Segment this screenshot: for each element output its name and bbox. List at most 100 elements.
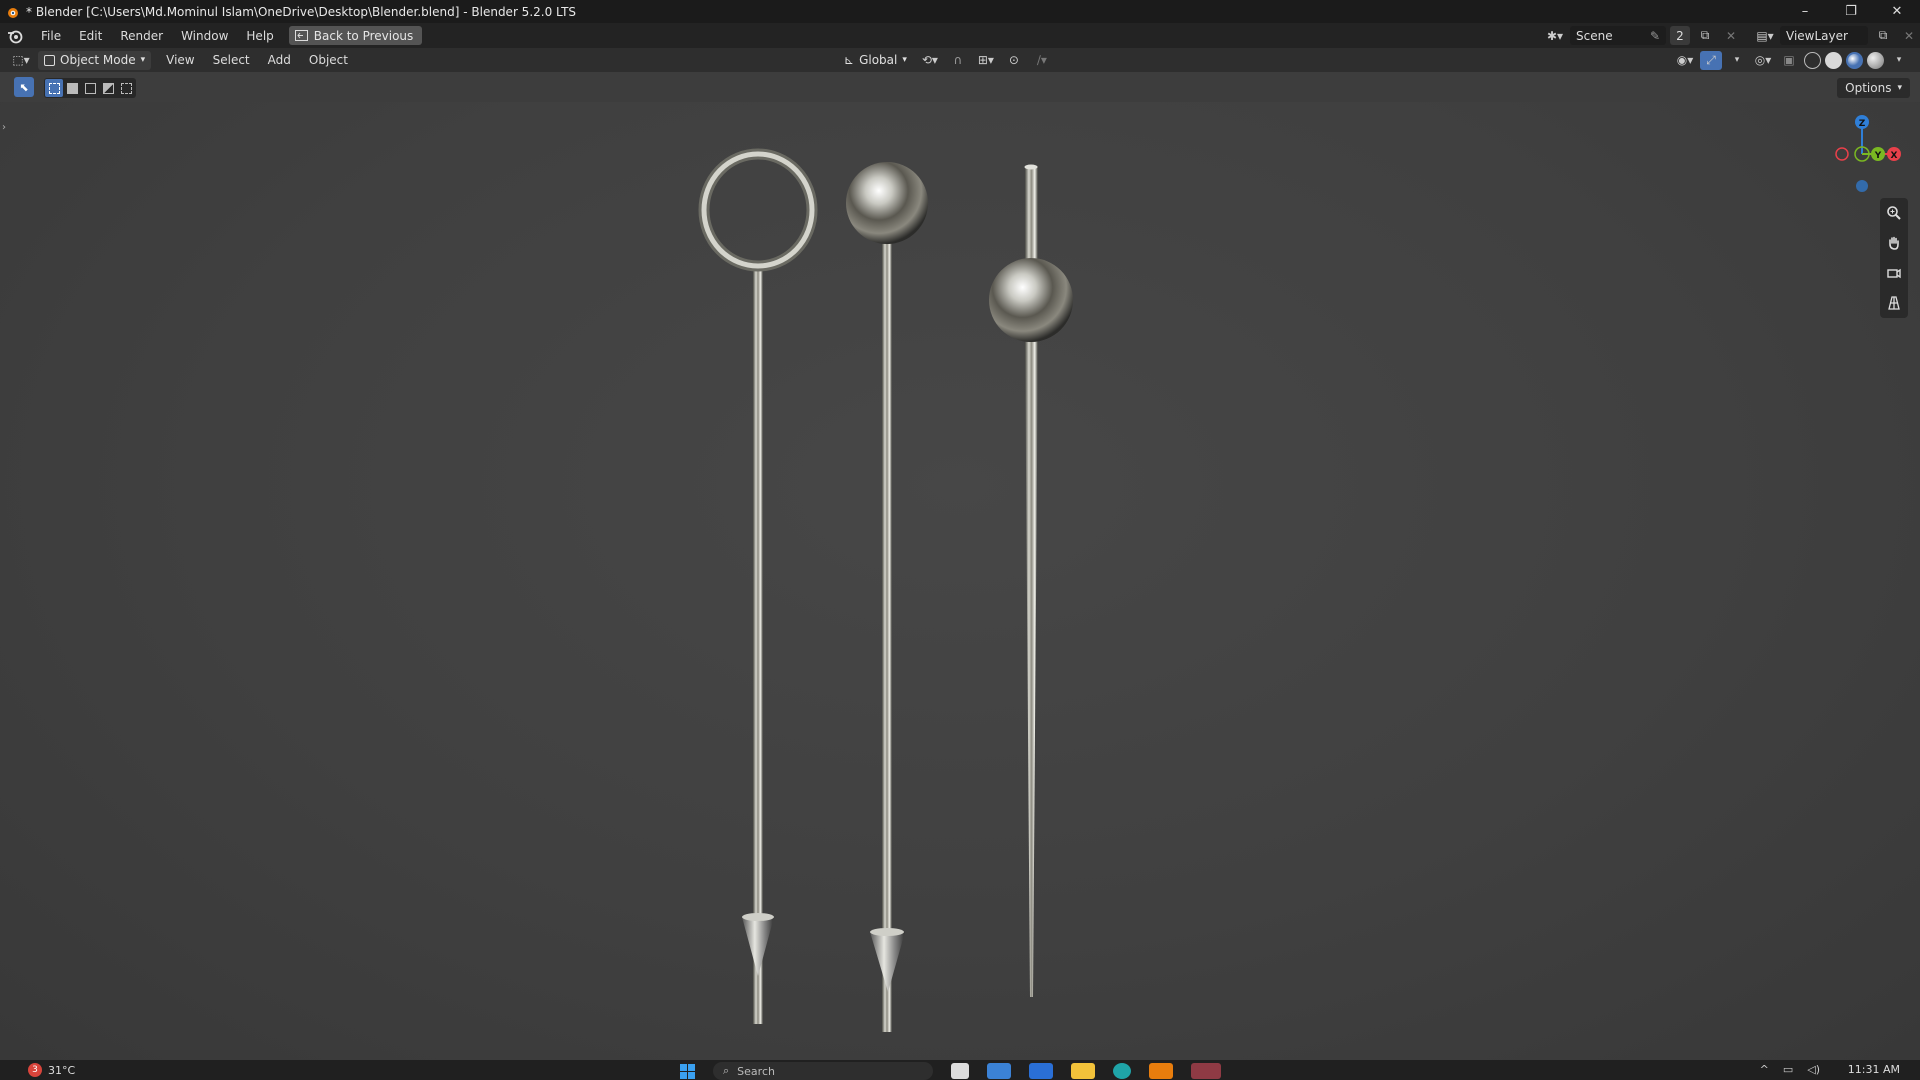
blender-menu-icon[interactable]	[6, 27, 24, 45]
windows-start-icon[interactable]	[680, 1063, 695, 1079]
new-view-layer-icon[interactable]: ⧉	[1872, 26, 1894, 45]
back-screen-icon	[294, 30, 308, 41]
view-layer-name: ViewLayer	[1786, 28, 1848, 43]
orientation-dropdown[interactable]: ⊾ Global ▾	[838, 51, 913, 70]
pin-icon[interactable]: ✎	[1650, 29, 1660, 43]
gizmo-neg-z-axis[interactable]	[1856, 180, 1868, 192]
menu-help[interactable]: Help	[237, 29, 282, 43]
select-box-tool-icon[interactable]: ⬉	[14, 77, 34, 97]
tray-chevron-icon[interactable]: ^	[1760, 1063, 1769, 1076]
window-title: * Blender [C:\Users\Md.Mominul Islam\One…	[26, 4, 577, 19]
camera-view-icon[interactable]	[1881, 258, 1907, 288]
scene-name-field[interactable]: Scene ✎	[1570, 26, 1666, 45]
scene-name: Scene	[1576, 28, 1613, 43]
snap-target-icon[interactable]: ⊞▾	[975, 51, 997, 70]
scene-render	[698, 148, 1073, 1032]
ball-top-pin-object[interactable]	[846, 162, 928, 1032]
weather-widget[interactable]: 3 31°C	[28, 1063, 75, 1077]
shading-options-icon[interactable]: ▾	[1888, 51, 1910, 70]
falloff-curve-icon[interactable]: ∕▾	[1031, 51, 1053, 70]
task-view-icon[interactable]	[951, 1063, 969, 1079]
perspective-grid-icon[interactable]	[1881, 288, 1907, 318]
pivot-point-icon[interactable]: ⟲▾	[919, 51, 941, 70]
volume-icon[interactable]: ◁)	[1807, 1063, 1820, 1076]
taskbar-apps: ⌕ Search	[680, 1062, 1221, 1080]
menu-edit[interactable]: Edit	[70, 29, 111, 43]
orientation-axes-icon: ⊾	[844, 53, 855, 67]
edge-browser-icon[interactable]	[1113, 1063, 1131, 1079]
solid-shading-icon[interactable]	[1825, 51, 1842, 69]
header-menu-add[interactable]: Add	[259, 53, 300, 67]
ring-pin-shaft	[753, 264, 763, 1024]
mail-app-icon[interactable]	[1029, 1063, 1053, 1079]
object-mode-icon	[44, 54, 55, 66]
overlays-icon[interactable]: ◎▾	[1752, 51, 1774, 70]
header-menu-select[interactable]: Select	[204, 53, 259, 67]
gizmo-x-label: X	[1891, 151, 1898, 161]
menu-window[interactable]: Window	[172, 29, 237, 43]
material-preview-shading-icon[interactable]	[1846, 51, 1863, 69]
scene-controls: ✱▾ Scene ✎ 2 ⧉ ✕ ▤▾ ViewLayer ⧉ ✕	[1544, 23, 1920, 48]
pan-hand-icon[interactable]	[1881, 228, 1907, 258]
extend-selection-icon[interactable]	[63, 79, 81, 97]
viewport-header: ⬚▾ Object Mode ▾ View Select Add Object …	[0, 48, 1920, 72]
new-scene-icon[interactable]: ⧉	[1694, 26, 1716, 45]
system-clock[interactable]: 11:31 AM	[1848, 1063, 1900, 1076]
chevron-down-icon: ▾	[140, 55, 146, 65]
gizmo-dropdown-icon[interactable]: ▾	[1726, 51, 1748, 70]
window-controls: – ❐ ✕	[1782, 0, 1920, 23]
visibility-eye-icon[interactable]: ◉▾	[1674, 51, 1696, 70]
mode-dropdown[interactable]: Object Mode ▾	[38, 50, 152, 70]
search-icon: ⌕	[723, 1064, 730, 1077]
snap-magnet-icon[interactable]: ∩	[947, 51, 969, 70]
active-app-icon[interactable]	[1191, 1063, 1221, 1079]
maximize-button[interactable]: ❐	[1828, 0, 1874, 23]
proportional-editing-icon[interactable]: ⊙	[1003, 51, 1025, 70]
chevron-down-icon: ▾	[1897, 83, 1902, 93]
ring-pin-tip	[742, 917, 774, 976]
options-dropdown[interactable]: Options ▾	[1837, 78, 1910, 98]
zoom-magnifier-icon[interactable]	[1881, 198, 1907, 228]
taskbar-search-input[interactable]: ⌕ Search	[713, 1062, 933, 1080]
intersect-selection-icon[interactable]	[117, 79, 135, 97]
chevron-down-icon: ▾	[902, 55, 907, 65]
scene-browse-icon[interactable]: ✱▾	[1544, 26, 1566, 45]
scene-users-count: 2	[1670, 26, 1690, 45]
menu-render[interactable]: Render	[111, 29, 172, 43]
header-menu-view[interactable]: View	[157, 53, 203, 67]
subtract-selection-icon[interactable]	[81, 79, 99, 97]
view-layer-field[interactable]: ViewLayer	[1780, 26, 1868, 45]
set-selection-icon[interactable]	[45, 79, 63, 97]
gizmo-toggle-icon[interactable]: ⤢	[1700, 50, 1722, 70]
editor-type-icon[interactable]: ⬚▾	[10, 51, 32, 70]
header-menu-object[interactable]: Object	[300, 53, 357, 67]
weather-badge: 3	[28, 1063, 42, 1077]
ring-pin-object[interactable]	[698, 148, 818, 1024]
selection-mode-group	[44, 78, 136, 98]
network-icon[interactable]: ▭	[1783, 1063, 1793, 1076]
file-explorer-icon[interactable]	[1071, 1063, 1095, 1079]
gizmo-y-label: Y	[1874, 151, 1882, 161]
back-to-previous-label: Back to Previous	[313, 28, 414, 43]
blender-taskbar-icon[interactable]	[1149, 1063, 1173, 1079]
gizmo-neg-x-axis[interactable]	[1835, 147, 1849, 161]
minimize-button[interactable]: –	[1782, 0, 1828, 23]
transform-tools: ⊾ Global ▾ ⟲▾ ∩ ⊞▾ ⊙ ∕▾	[838, 48, 1053, 72]
3d-viewport[interactable]: › Z Y X	[0, 102, 1920, 1060]
menu-file[interactable]: File	[32, 29, 70, 43]
navigation-gizmo[interactable]: Z Y X	[1822, 108, 1902, 198]
ball-middle-pin-object[interactable]	[989, 164, 1073, 998]
invert-selection-icon[interactable]	[99, 79, 117, 97]
ball-top-pin-tip	[870, 932, 905, 992]
wireframe-shading-icon[interactable]	[1804, 51, 1821, 69]
view-layer-browse-icon[interactable]: ▤▾	[1754, 26, 1776, 45]
close-button[interactable]: ✕	[1874, 0, 1920, 23]
xray-toggle-icon[interactable]: ▣	[1778, 51, 1800, 70]
search-placeholder: Search	[737, 1064, 775, 1078]
back-to-previous-button[interactable]: Back to Previous	[288, 26, 423, 45]
window-titlebar: * Blender [C:\Users\Md.Mominul Islam\One…	[0, 0, 1920, 23]
rendered-shading-icon[interactable]	[1867, 51, 1884, 69]
remove-view-layer-icon[interactable]: ✕	[1898, 26, 1920, 45]
store-app-icon[interactable]	[987, 1063, 1011, 1079]
remove-scene-icon[interactable]: ✕	[1720, 26, 1742, 45]
